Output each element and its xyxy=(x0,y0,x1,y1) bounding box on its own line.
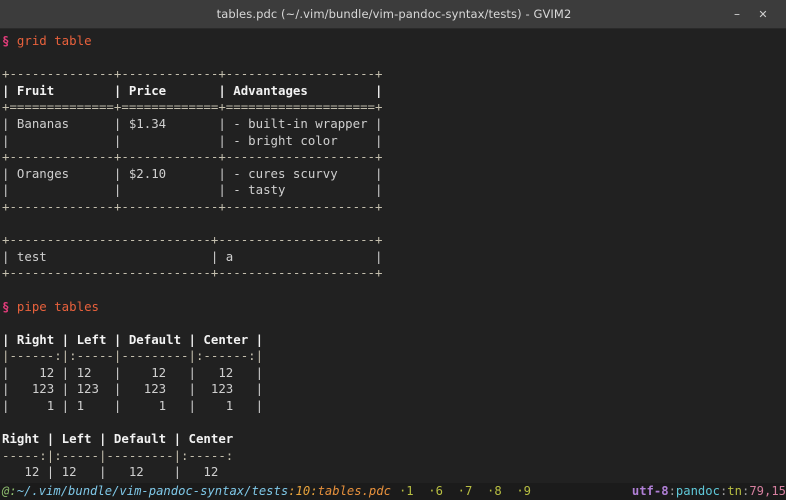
editor-line[interactable]: +---------------------------+-----------… xyxy=(0,232,786,249)
table-cell-row: | Oranges | $2.10 | - cures scurvy | xyxy=(2,165,383,181)
minimize-button[interactable]: – xyxy=(724,0,750,28)
window-controls: – ✕ xyxy=(724,0,786,28)
table-header-row: | Fruit | Price | Advantages | xyxy=(2,82,383,98)
table-cell-row: | | | - tasty | xyxy=(2,182,383,198)
section-heading-text: grid table xyxy=(9,33,92,48)
editor-line[interactable] xyxy=(0,50,786,67)
editor-line[interactable]: +==============+=============+==========… xyxy=(0,99,786,116)
table-border-row: -----:|:-----|---------|:-----: xyxy=(2,447,234,463)
table-cell-row: | | | - bright color | xyxy=(2,132,383,148)
status-line-number: 10 xyxy=(295,484,311,498)
status-bar: @:~/.vim/bundle/vim-pandoc-syntax/tests:… xyxy=(0,483,786,500)
editor-line[interactable] xyxy=(0,315,786,332)
editor-line[interactable]: § grid table xyxy=(0,33,786,50)
table-border-row: +--------------+-------------+----------… xyxy=(2,66,383,82)
table-header-row: | Right | Left | Default | Center | xyxy=(2,331,264,347)
editor-line[interactable]: 12 | 12 | 12 | 12 xyxy=(0,464,786,481)
editor-line[interactable] xyxy=(0,415,786,432)
status-colon-2: : xyxy=(310,484,318,498)
editor-line[interactable]: | Oranges | $2.10 | - cures scurvy | xyxy=(0,166,786,183)
table-cell-row: | 12 | 12 | 12 | 12 | xyxy=(2,364,264,380)
table-border-row: +==============+=============+==========… xyxy=(2,99,383,115)
status-colon-1: : xyxy=(288,484,296,498)
editor-line[interactable]: § pipe tables xyxy=(0,299,786,316)
editor-line[interactable] xyxy=(0,216,786,233)
close-button[interactable]: ✕ xyxy=(750,0,776,28)
editor-line[interactable]: | Right | Left | Default | Center | xyxy=(0,332,786,349)
table-border-row: +--------------+-------------+----------… xyxy=(2,198,383,214)
editor-line[interactable]: Right | Left | Default | Center xyxy=(0,431,786,448)
table-border-row: +--------------+-------------+----------… xyxy=(2,149,383,165)
status-left: @:~/.vim/bundle/vim-pandoc-syntax/tests:… xyxy=(2,483,531,500)
editor-line[interactable]: | 1 | 1 | 1 | 1 | xyxy=(0,398,786,415)
editor-line[interactable]: +--------------+-------------+----------… xyxy=(0,149,786,166)
editor-line[interactable]: | Bananas | $1.34 | - built-in wrapper | xyxy=(0,116,786,133)
editor-lines: § grid table +--------------+------------… xyxy=(0,33,786,483)
table-cell-row: | Bananas | $1.34 | - built-in wrapper | xyxy=(2,115,383,131)
status-filetype: pandoc xyxy=(675,484,720,498)
status-tab-numbers[interactable]: ·1 ·6 ·7 ·8 ·9 xyxy=(391,484,531,498)
editor-line[interactable] xyxy=(0,282,786,299)
editor-line[interactable]: | | | - bright color | xyxy=(0,133,786,150)
editor-line[interactable]: | 12 | 12 | 12 | 12 | xyxy=(0,365,786,382)
table-header-row: Right | Left | Default | Center xyxy=(2,431,234,447)
table-border-row: |------:|:-----|---------|:------:| xyxy=(2,348,264,364)
table-cell-row: | test | a | xyxy=(2,248,383,264)
status-encoding: utf-8 xyxy=(631,484,669,498)
editor-text-area[interactable]: § grid table +--------------+------------… xyxy=(0,29,786,483)
status-colon-3: : xyxy=(668,484,676,498)
table-cell-row: 12 | 12 | 12 | 12 xyxy=(2,464,219,480)
status-filename: tables.pdc xyxy=(317,484,391,498)
editor-line[interactable]: | Fruit | Price | Advantages | xyxy=(0,83,786,100)
editor-line[interactable]: | 123 | 123 | 123 | 123 | xyxy=(0,381,786,398)
status-path: ~/.vim/bundle/vim-pandoc-syntax/tests xyxy=(16,484,289,498)
editor-line[interactable]: +--------------+-------------+----------… xyxy=(0,66,786,83)
status-flags: tn xyxy=(727,484,742,498)
table-border-row: +---------------------------+-----------… xyxy=(2,232,383,248)
editor-line[interactable]: |------:|:-----|---------|:------:| xyxy=(0,348,786,365)
status-cursor-position: 79,15 xyxy=(749,484,786,498)
title-bar: tables.pdc (~/.vim/bundle/vim-pandoc-syn… xyxy=(0,0,786,29)
table-cell-row: | 1 | 1 | 1 | 1 | xyxy=(2,398,264,414)
editor-line[interactable]: | | | - tasty | xyxy=(0,182,786,199)
editor-line[interactable]: -----:|:-----|---------|:-----: xyxy=(0,448,786,465)
status-at-symbol: @: xyxy=(2,484,17,498)
editor-line[interactable]: | test | a | xyxy=(0,249,786,266)
editor-line[interactable]: +--------------+-------------+----------… xyxy=(0,199,786,216)
gvim-window: tables.pdc (~/.vim/bundle/vim-pandoc-syn… xyxy=(0,0,786,500)
table-cell-row: | 123 | 123 | 123 | 123 | xyxy=(2,381,264,397)
window-title: tables.pdc (~/.vim/bundle/vim-pandoc-syn… xyxy=(216,7,572,21)
section-heading-text: pipe tables xyxy=(9,298,99,314)
editor-line[interactable]: +---------------------------+-----------… xyxy=(0,265,786,282)
table-border-row: +---------------------------+-----------… xyxy=(2,265,383,281)
status-right: utf-8:pandoc:tn:79,15 xyxy=(632,483,786,500)
